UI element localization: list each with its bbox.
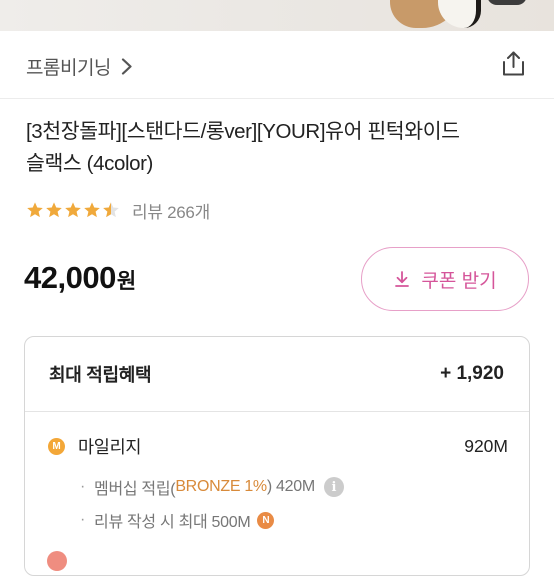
product-image bbox=[0, 0, 554, 31]
brand-name[interactable]: 프롬비기닝 bbox=[26, 53, 111, 80]
mileage-label: 마일리지 bbox=[78, 436, 142, 457]
price-unit: 원 bbox=[116, 270, 136, 293]
review-count-link[interactable]: 리뷰 266개 bbox=[132, 198, 210, 223]
share-icon[interactable] bbox=[500, 50, 527, 77]
brand-row[interactable]: 프롬비기닝 bbox=[0, 31, 554, 99]
benefits-header: 최대 적립혜택 + 1,920 bbox=[25, 337, 529, 412]
star-icon bbox=[27, 202, 43, 218]
bullet: · bbox=[80, 511, 86, 528]
info-icon[interactable]: i bbox=[323, 477, 344, 497]
download-icon bbox=[395, 271, 410, 287]
mileage-value: 920M bbox=[464, 435, 508, 456]
benefits-title: 최대 적립혜택 bbox=[49, 365, 152, 385]
bullet: · bbox=[80, 478, 86, 495]
shoe-image-part bbox=[438, 0, 481, 28]
review-reward-line: · 리뷰 작성 시 최대 500M N bbox=[80, 509, 275, 531]
mileage-badge-icon: M bbox=[48, 437, 65, 455]
rating-row[interactable]: 리뷰 266개 bbox=[26, 198, 210, 222]
coupon-download-button[interactable]: 쿠폰 받기 bbox=[361, 247, 529, 311]
product-title: [3천장돌파][스탠다드/롱ver][YOUR]유어 핀턱와이드 슬랙스 (4c… bbox=[26, 116, 536, 180]
membership-suffix: ) 420M bbox=[266, 478, 315, 495]
star-half-icon bbox=[103, 202, 119, 218]
product-price: 42,000원 bbox=[24, 260, 136, 296]
coupon-button-label: 쿠폰 받기 bbox=[421, 270, 497, 292]
review-reward-text: 리뷰 작성 시 최대 500M bbox=[94, 514, 251, 531]
max-reward-benefits-box: 최대 적립혜택 + 1,920 M 마일리지 920M · 멤버십 적립(BRO… bbox=[24, 336, 530, 576]
price-value: 42,000 bbox=[24, 260, 116, 295]
star-icon bbox=[46, 202, 62, 218]
next-benefit-badge-icon bbox=[47, 551, 67, 571]
membership-prefix: 멤버십 적립( bbox=[94, 481, 176, 498]
product-title-line: [3천장돌파][스탠다드/롱ver][YOUR]유어 핀턱와이드 bbox=[26, 120, 460, 143]
membership-reward-line: · 멤버십 적립(BRONZE 1%) 420M i bbox=[80, 476, 344, 498]
product-title-line: 슬랙스 (4color) bbox=[26, 152, 153, 175]
new-badge-icon: N bbox=[257, 511, 275, 529]
image-indicator bbox=[487, 0, 527, 5]
benefits-total: + 1,920 bbox=[440, 363, 504, 384]
star-rating bbox=[26, 201, 120, 219]
star-icon bbox=[84, 202, 100, 218]
membership-grade: BRONZE 1% bbox=[175, 478, 267, 495]
chevron-right-icon[interactable] bbox=[121, 58, 133, 75]
star-icon bbox=[65, 202, 81, 218]
mileage-row: M 마일리지 920M bbox=[48, 434, 508, 458]
